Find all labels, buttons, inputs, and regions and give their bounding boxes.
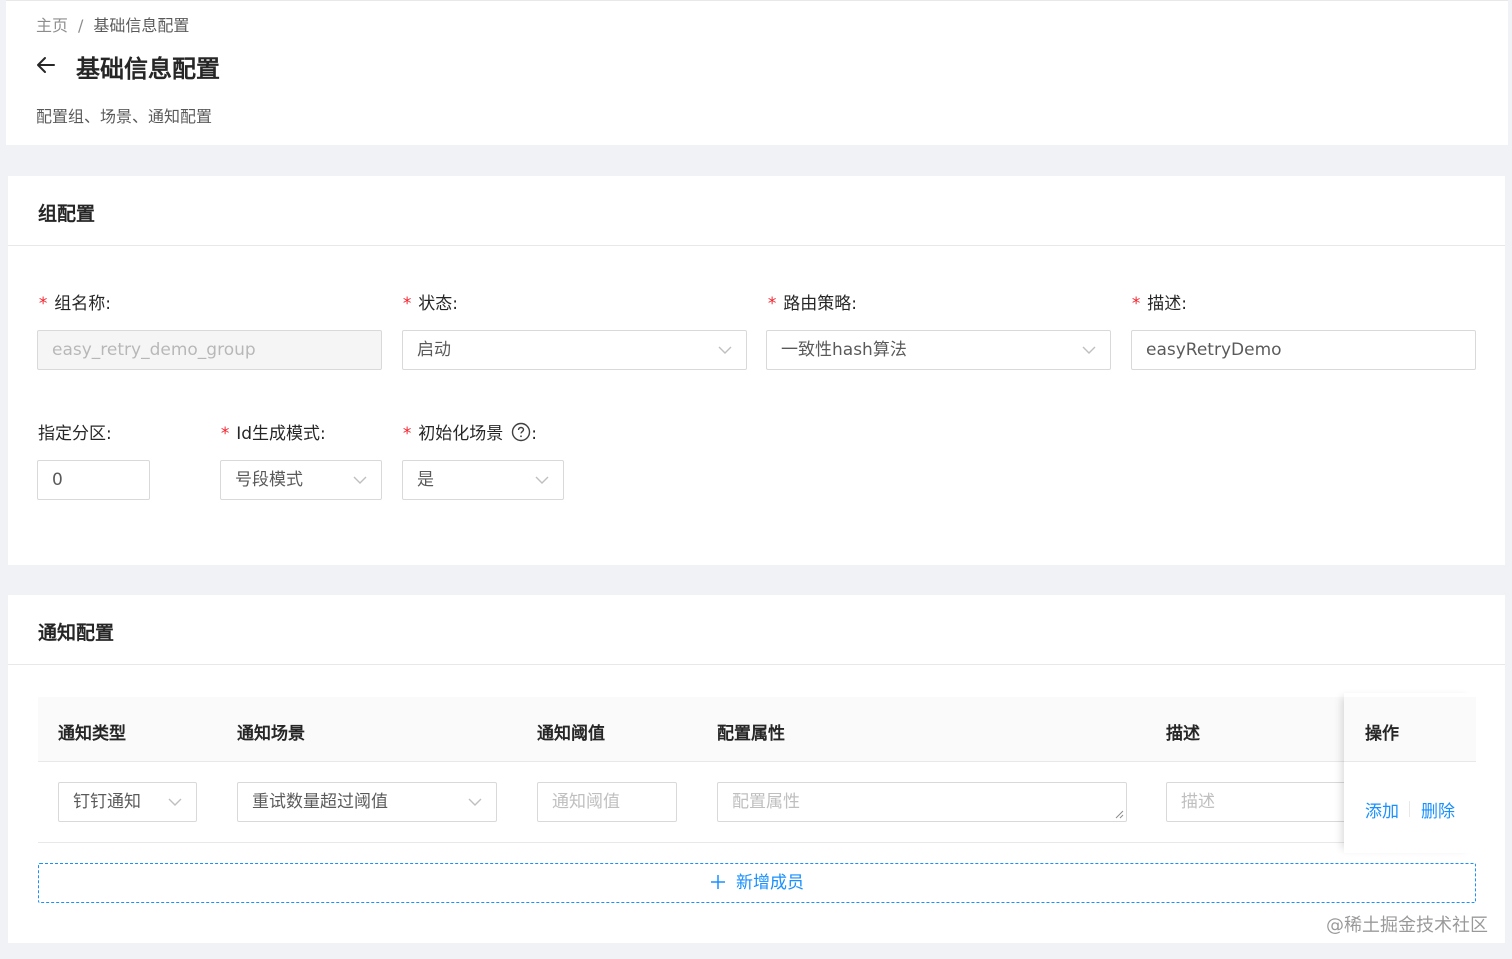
route-strategy-select-value: 一致性hash算法 <box>781 340 907 360</box>
column-header-description: 描述 <box>1166 724 1200 744</box>
notify-attribute-placeholder: 配置属性 <box>732 792 800 812</box>
breadcrumb: 主页 / 基础信息配置 <box>36 12 189 36</box>
breadcrumb-separator: / <box>78 16 84 35</box>
resize-handle-icon[interactable] <box>1114 809 1124 819</box>
init-scene-label: * 初始化场景: <box>402 422 537 444</box>
required-mark: * <box>402 294 413 314</box>
column-header-threshold: 通知阈值 <box>537 724 605 744</box>
partition-label: 指定分区: <box>38 424 112 444</box>
column-header-actions: 操作 <box>1365 724 1399 744</box>
group-name-label: * 组名称: <box>38 294 111 314</box>
chevron-down-icon <box>468 798 482 806</box>
page-header: 主页 / 基础信息配置 基础信息配置 配置组、场景、通知配置 <box>6 0 1508 145</box>
required-mark: * <box>1131 294 1142 314</box>
watermark: @稀土掘金技术社区 <box>1326 915 1488 936</box>
chevron-down-icon <box>535 476 549 484</box>
add-member-button[interactable]: 新增成员 <box>38 863 1476 903</box>
partition-input[interactable]: 0 <box>37 460 150 500</box>
notify-type-select-value: 钉钉通知 <box>73 792 141 812</box>
action-divider <box>1409 801 1410 817</box>
group-config-card: 组配置 * 组名称: easy_retry_demo_group * 状态: 启动 … <box>8 176 1505 565</box>
add-member-label: 新增成员 <box>736 873 804 893</box>
column-header-type: 通知类型 <box>58 724 126 744</box>
add-link[interactable]: 添加 <box>1365 797 1399 822</box>
id-mode-select[interactable]: 号段模式 <box>220 460 382 500</box>
chevron-down-icon <box>718 346 732 354</box>
notify-description-input[interactable]: 描述 <box>1166 782 1356 822</box>
id-mode-select-value: 号段模式 <box>235 470 303 490</box>
required-mark: * <box>38 294 49 314</box>
route-strategy-select[interactable]: 一致性hash算法 <box>766 330 1111 370</box>
required-mark: * <box>767 294 778 314</box>
notify-config-card: 通知配置 通知类型 通知场景 通知阈值 配置属性 描述 钉钉通知 重试数量超过阈… <box>8 595 1505 943</box>
group-config-title: 组配置 <box>38 203 96 225</box>
question-circle-icon[interactable] <box>511 422 531 442</box>
column-header-scene: 通知场景 <box>237 724 305 744</box>
chevron-down-icon <box>353 476 367 484</box>
notify-attribute-textarea[interactable]: 配置属性 <box>717 782 1127 822</box>
status-select[interactable]: 启动 <box>402 330 747 370</box>
notify-config-title: 通知配置 <box>38 622 115 644</box>
required-mark: * <box>402 424 413 444</box>
table-row-divider <box>38 842 1476 843</box>
description-input[interactable]: easyRetryDemo <box>1131 330 1476 370</box>
notify-scene-select-value: 重试数量超过阈值 <box>252 792 388 812</box>
arrow-left-icon[interactable] <box>34 53 58 77</box>
operation-column: 操作 <box>1344 693 1476 853</box>
status-label: * 状态: <box>402 294 458 314</box>
description-label: * 描述: <box>1131 294 1187 314</box>
notify-config-header: 通知配置 <box>8 595 1505 665</box>
init-scene-select[interactable]: 是 <box>402 460 564 500</box>
init-scene-select-value: 是 <box>417 470 434 490</box>
notify-threshold-input[interactable]: 通知阈值 <box>537 782 677 822</box>
chevron-down-icon <box>168 798 182 806</box>
plus-icon <box>711 875 725 889</box>
column-header-attribute: 配置属性 <box>717 724 785 744</box>
delete-link[interactable]: 删除 <box>1421 797 1455 822</box>
notify-scene-select[interactable]: 重试数量超过阈值 <box>237 782 497 822</box>
route-strategy-label: * 路由策略: <box>767 294 857 314</box>
chevron-down-icon <box>1082 346 1096 354</box>
page-subtitle: 配置组、场景、通知配置 <box>36 107 213 126</box>
page-title: 基础信息配置 <box>76 55 220 83</box>
group-config-header: 组配置 <box>8 176 1505 246</box>
notify-type-select[interactable]: 钉钉通知 <box>58 782 197 822</box>
operation-column-header: 操作 <box>1344 697 1476 762</box>
required-mark: * <box>220 424 231 444</box>
status-select-value: 启动 <box>417 340 451 360</box>
group-name-input[interactable]: easy_retry_demo_group <box>37 330 382 370</box>
breadcrumb-home[interactable]: 主页 <box>36 16 68 35</box>
breadcrumb-current: 基础信息配置 <box>93 16 190 35</box>
id-mode-label: * Id生成模式: <box>220 424 326 444</box>
notify-table-header: 通知类型 通知场景 通知阈值 配置属性 描述 <box>38 697 1476 762</box>
